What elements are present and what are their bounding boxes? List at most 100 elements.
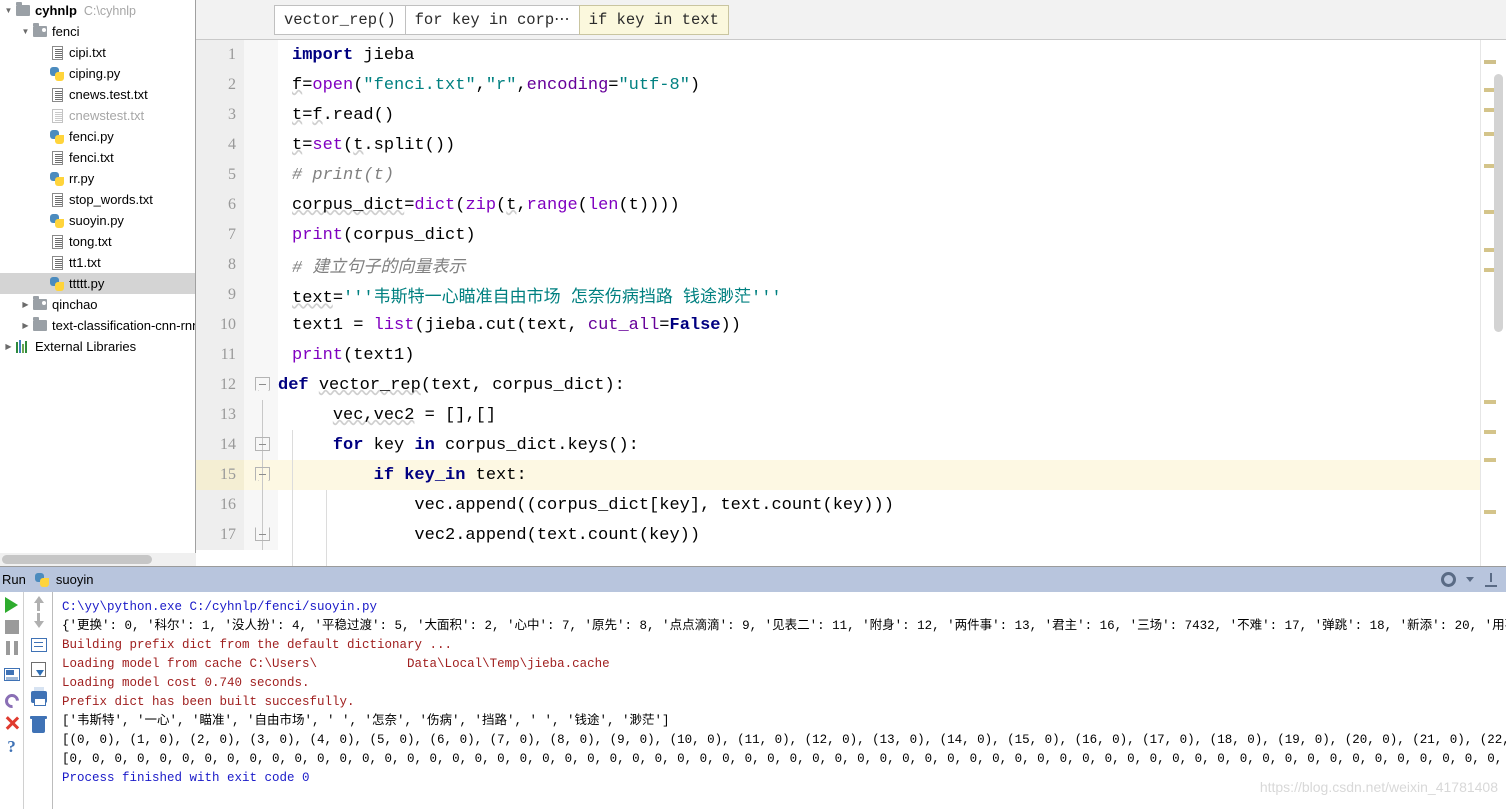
fold-toggle-icon[interactable] xyxy=(255,437,270,451)
tree-item-external-libraries[interactable]: ▶ External Libraries xyxy=(0,336,195,357)
tree-item-root[interactable]: ▼ cyhnlp C:\cyhnlp xyxy=(0,0,195,21)
console-actions-toolbar[interactable] xyxy=(25,592,53,809)
tree-item-tong-txt[interactable]: tong.txt xyxy=(0,231,195,252)
warning-marker[interactable] xyxy=(1484,458,1496,462)
marker-gutter[interactable] xyxy=(1480,40,1506,566)
trash-icon[interactable] xyxy=(30,716,47,733)
console-line: Prefix dict has been built succesfully. xyxy=(62,695,355,709)
fold-column[interactable] xyxy=(244,490,278,520)
code-line-7[interactable]: 7 print(corpus_dict) xyxy=(196,220,1506,250)
fold-column[interactable] xyxy=(244,520,278,550)
tree-item-ttttt-py[interactable]: ttttt.py xyxy=(0,273,195,294)
warning-marker[interactable] xyxy=(1484,430,1496,434)
tree-item-fenci[interactable]: ▼ fenci xyxy=(0,21,195,42)
tree-item-fenci-txt[interactable]: fenci.txt xyxy=(0,147,195,168)
scrollbar-thumb[interactable] xyxy=(2,555,152,564)
stop-icon[interactable] xyxy=(4,620,19,634)
code-line-15[interactable]: 15 if key_in text: xyxy=(196,460,1506,490)
fold-column[interactable] xyxy=(244,190,278,220)
collapse-arrow-icon[interactable]: ▶ xyxy=(2,342,15,351)
fold-column[interactable] xyxy=(244,370,278,400)
fold-column[interactable] xyxy=(244,220,278,250)
code-editor[interactable]: 1 import jieba 2 f=open("fenci.txt","r",… xyxy=(196,40,1506,566)
run-actions-toolbar[interactable]: ? xyxy=(0,592,24,809)
tree-item-suoyin-py[interactable]: suoyin.py xyxy=(0,210,195,231)
pause-icon[interactable] xyxy=(5,641,19,655)
expand-arrow-icon[interactable]: ▼ xyxy=(2,6,15,15)
soft-wrap-icon[interactable] xyxy=(30,638,47,652)
help-icon[interactable]: ? xyxy=(7,738,16,756)
collapse-arrow-icon[interactable]: ▶ xyxy=(19,321,32,330)
restart-icon[interactable] xyxy=(1,691,22,711)
project-tool-window[interactable]: ▼ cyhnlp C:\cyhnlp ▼ fenci cipi.txt ciping.… xyxy=(0,0,196,566)
fold-column[interactable] xyxy=(244,250,278,280)
tree-item-text-classification-cnn-rnn[interactable]: ▶ text-classification-cnn-rnn xyxy=(0,315,195,336)
fold-column[interactable] xyxy=(244,70,278,100)
tree-item-cnews-test-txt[interactable]: cnews.test.txt xyxy=(0,84,195,105)
fold-column[interactable] xyxy=(244,310,278,340)
fold-column[interactable] xyxy=(244,400,278,430)
fold-toggle-icon[interactable] xyxy=(255,377,270,391)
close-icon[interactable] xyxy=(4,715,20,731)
code-line-text: text='''韦斯特一心瞄准自由市场 怎奈伤病挡路 钱途渺茫''' xyxy=(292,289,782,308)
printer-icon[interactable] xyxy=(30,687,47,706)
tree-item-fenci-py[interactable]: fenci.py xyxy=(0,126,195,147)
code-line-1[interactable]: 1 import jieba xyxy=(196,40,1506,70)
warning-marker[interactable] xyxy=(1484,60,1496,64)
chevron-down-icon[interactable] xyxy=(1466,577,1474,582)
arrow-down-icon[interactable] xyxy=(33,613,44,628)
breadcrumb-item-if-statement[interactable]: if key in text xyxy=(578,4,729,35)
breadcrumb-item-for-loop[interactable]: for key in corp⋯ xyxy=(404,4,580,35)
fold-column[interactable] xyxy=(244,130,278,160)
code-line-9[interactable]: 9 text='''韦斯特一心瞄准自由市场 怎奈伤病挡路 钱途渺茫''' xyxy=(196,280,1506,310)
code-line-11[interactable]: 11 print(text1) xyxy=(196,340,1506,370)
collapse-arrow-icon[interactable]: ▶ xyxy=(19,300,32,309)
tree-item-qinchao[interactable]: ▶ qinchao xyxy=(0,294,195,315)
code-line-14[interactable]: 14 for key in corpus_dict.keys(): xyxy=(196,430,1506,460)
fold-column[interactable] xyxy=(244,40,278,70)
run-panel-header[interactable]: Run suoyin xyxy=(0,567,1506,592)
editor-scrollbar[interactable] xyxy=(1494,74,1503,332)
fold-column[interactable] xyxy=(244,460,278,490)
save-icon[interactable] xyxy=(31,662,46,677)
code-line-17[interactable]: 17 vec2.append(text.count(key)) xyxy=(196,520,1506,550)
fold-column[interactable] xyxy=(244,430,278,460)
code-line-text: text1 = list(jieba.cut(text, cut_all=Fal… xyxy=(292,315,741,335)
tree-item-stop-words-txt[interactable]: stop_words.txt xyxy=(0,189,195,210)
play-icon[interactable] xyxy=(5,597,18,613)
console-output[interactable]: C:\yy\python.exe C:/cyhnlp/fenci/suoyin.… xyxy=(54,592,1506,809)
warning-marker[interactable] xyxy=(1484,510,1496,514)
breadcrumb-item-vector-rep[interactable]: vector_rep() xyxy=(274,4,406,35)
code-line-16[interactable]: 16 vec.append((corpus_dict[key], text.co… xyxy=(196,490,1506,520)
code-line-8[interactable]: 8 # 建立句子的向量表示 xyxy=(196,250,1506,280)
console-icon[interactable] xyxy=(3,668,20,681)
tree-item-tt1-txt[interactable]: tt1.txt xyxy=(0,252,195,273)
minimize-icon[interactable] xyxy=(1484,572,1498,587)
tree-item-label: fenci.txt xyxy=(69,150,114,165)
fold-column[interactable] xyxy=(244,280,278,310)
fold-end-icon[interactable] xyxy=(255,527,270,541)
tree-item-cipi-txt[interactable]: cipi.txt xyxy=(0,42,195,63)
code-line-3[interactable]: 3 t=f.read() xyxy=(196,100,1506,130)
arrow-up-icon[interactable] xyxy=(33,596,44,611)
tree-item-cnewstest-txt[interactable]: cnewstest.txt xyxy=(0,105,195,126)
fold-column[interactable] xyxy=(244,160,278,190)
run-configuration-tab[interactable]: suoyin xyxy=(56,572,94,587)
code-line-12[interactable]: 12 def vector_rep(text, corpus_dict): xyxy=(196,370,1506,400)
expand-arrow-icon[interactable]: ▼ xyxy=(19,27,32,36)
code-line-10[interactable]: 10 text1 = list(jieba.cut(text, cut_all=… xyxy=(196,310,1506,340)
project-horizontal-scrollbar[interactable] xyxy=(0,553,196,566)
code-line-4[interactable]: 4 t=set(t.split()) xyxy=(196,130,1506,160)
fold-column[interactable] xyxy=(244,100,278,130)
code-line-2[interactable]: 2 f=open("fenci.txt","r",encoding="utf-8… xyxy=(196,70,1506,100)
code-line-6[interactable]: 6 corpus_dict=dict(zip(t,range(len(t)))) xyxy=(196,190,1506,220)
fold-column[interactable] xyxy=(244,340,278,370)
tree-item-ciping-py[interactable]: ciping.py xyxy=(0,63,195,84)
warning-marker[interactable] xyxy=(1484,400,1496,404)
fold-toggle-icon[interactable] xyxy=(255,467,270,481)
tree-item-rr-py[interactable]: rr.py xyxy=(0,168,195,189)
gear-icon[interactable] xyxy=(1441,572,1456,587)
console-line: [0, 0, 0, 0, 0, 0, 0, 0, 0, 0, 0, 0, 0, … xyxy=(62,752,1503,766)
code-line-13[interactable]: 13 vec,vec2 = [],[] xyxy=(196,400,1506,430)
code-line-5[interactable]: 5 # print(t) xyxy=(196,160,1506,190)
